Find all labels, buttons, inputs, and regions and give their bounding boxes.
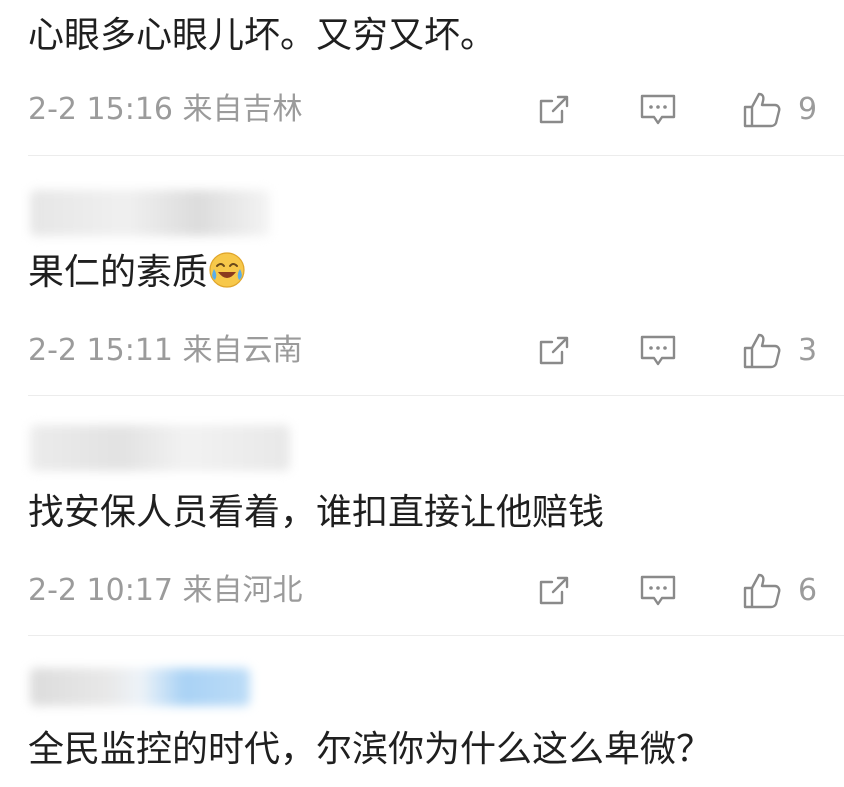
blurred-username xyxy=(30,190,270,236)
share-button[interactable] xyxy=(533,573,573,609)
thumbs-up-icon xyxy=(743,92,781,128)
share-icon xyxy=(539,95,569,124)
share-icon xyxy=(539,576,569,605)
divider xyxy=(28,395,844,396)
comment-icon xyxy=(640,335,676,366)
comment-icon xyxy=(640,575,676,606)
like-button[interactable] xyxy=(742,573,782,609)
comment-timestamp: 2-2 15:11 来自云南 xyxy=(28,333,303,368)
comment-button[interactable] xyxy=(638,333,678,369)
comment-text: 心眼多心眼儿坏。又穷又坏。 xyxy=(28,15,497,56)
blurred-username xyxy=(30,425,290,471)
thumbs-up-icon xyxy=(743,573,781,609)
like-count: 6 xyxy=(798,573,818,608)
like-count: 3 xyxy=(798,333,818,368)
comment-timestamp: 2-2 10:17 来自河北 xyxy=(28,573,303,608)
comment-meta: 2-2 15:16 来自吉林 9 xyxy=(28,90,828,130)
share-button[interactable] xyxy=(533,92,573,128)
comment-meta: 2-2 15:11 来自云南 3 xyxy=(28,331,828,371)
comment-text: 全民监控的时代，尔滨你为什么这么卑微？ xyxy=(28,729,713,770)
share-button[interactable] xyxy=(533,333,573,369)
like-button[interactable] xyxy=(742,92,782,128)
comment-text: 果仁的素质 xyxy=(28,251,246,295)
comment-text: 找安保人员看着，谁扣直接让他赔钱 xyxy=(28,492,605,533)
comment-location: 来自吉林 xyxy=(182,92,303,127)
like-button[interactable] xyxy=(742,333,782,369)
comment-location: 来自云南 xyxy=(182,333,303,368)
comment-timestamp: 2-2 15:16 来自吉林 xyxy=(28,92,303,127)
comment-location: 来自河北 xyxy=(182,573,303,608)
like-count: 9 xyxy=(798,92,818,127)
thumbs-up-icon xyxy=(743,333,781,369)
laughing-crying-face-emoji xyxy=(209,252,245,288)
comment-meta: 2-2 10:17 来自河北 6 xyxy=(28,571,828,611)
divider xyxy=(28,635,844,636)
comment-icon xyxy=(640,94,676,125)
comment-button[interactable] xyxy=(638,92,678,128)
comment-button[interactable] xyxy=(638,573,678,609)
divider xyxy=(28,155,844,156)
share-icon xyxy=(539,336,569,365)
blurred-username xyxy=(30,668,250,706)
